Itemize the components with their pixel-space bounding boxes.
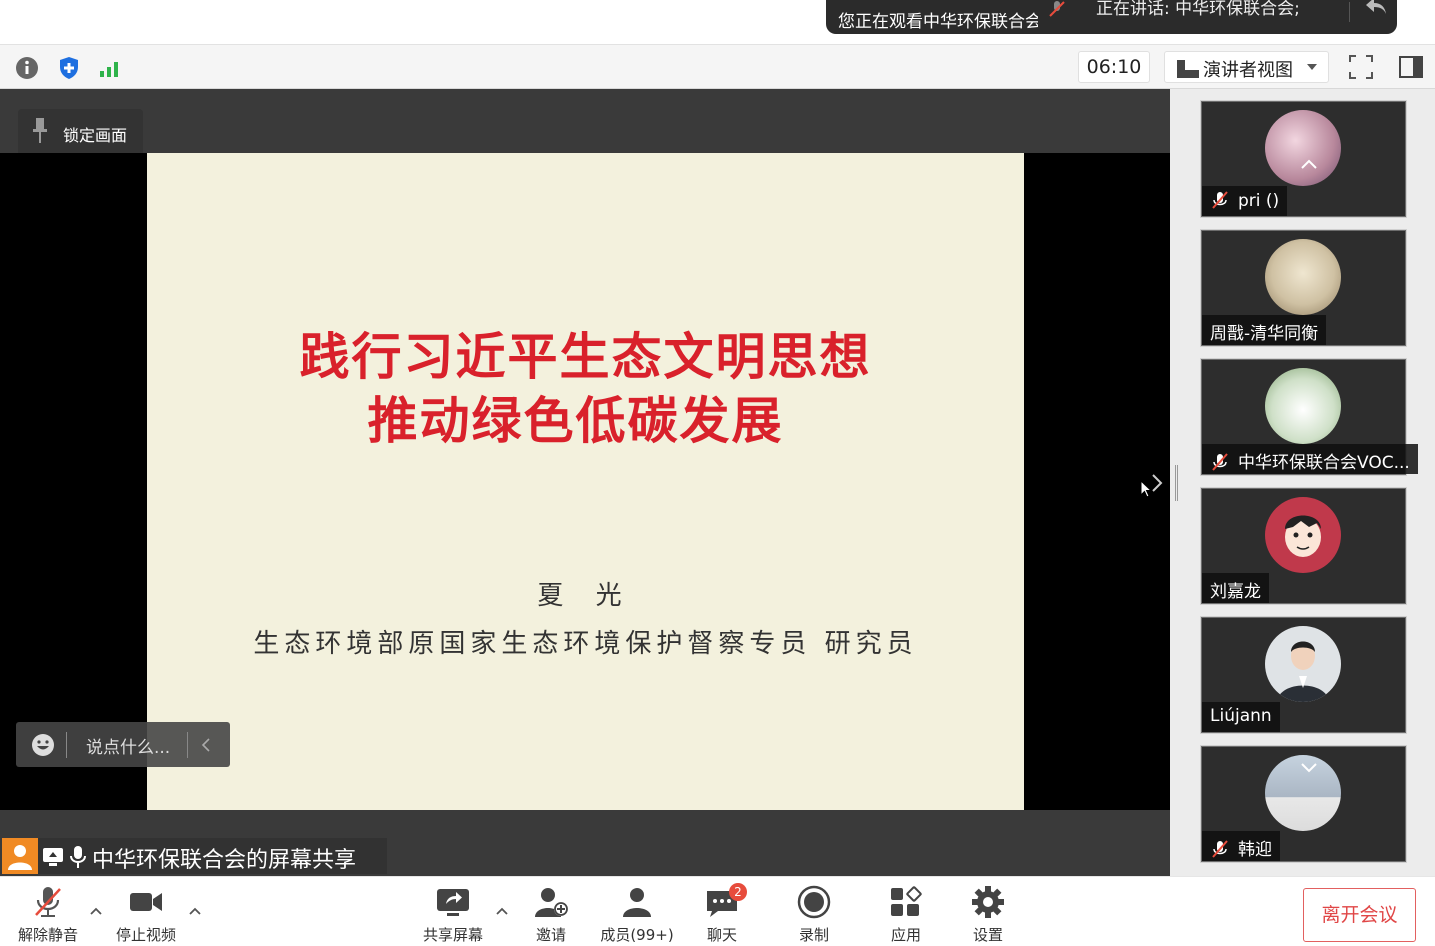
slide-author-role: 生态环境部原国家生态环境保护督察专员 研究员 xyxy=(253,629,918,659)
apps-grid-icon xyxy=(891,886,922,916)
chat-divider xyxy=(187,732,188,758)
members-icon xyxy=(623,888,651,917)
screen-share-label: 中华环保联合会的屏幕共享 xyxy=(2,838,387,874)
muted-mic-icon xyxy=(1212,191,1228,209)
participant-name: Liújann xyxy=(1202,702,1280,732)
add-user-icon xyxy=(535,888,568,917)
chat-divider xyxy=(66,732,67,758)
pin-icon xyxy=(33,118,47,143)
meeting-controls-bar: 解除静音 停止视频 共享屏幕 邀请 成员(99+) 聊天 2 录制 应用 设置 … xyxy=(0,876,1435,946)
person-photo-icon xyxy=(1277,641,1329,702)
share-screen-button[interactable]: 共享屏幕 xyxy=(415,877,491,946)
meeting-timer: 06:10 xyxy=(1078,51,1150,83)
muted-mic-icon xyxy=(35,887,61,917)
cartoon-face-icon xyxy=(1285,515,1321,557)
gallery-resize-handle[interactable] xyxy=(1175,465,1178,501)
notification-divider xyxy=(1349,2,1350,22)
quick-chat-input[interactable]: 说点什么... xyxy=(16,722,230,767)
slide-title-line2: 推动绿色低碳发展 xyxy=(367,391,784,450)
lock-screen-button[interactable]: 锁定画面 xyxy=(18,109,143,153)
chevron-up-icon[interactable] xyxy=(189,907,201,915)
chat-unread-badge: 2 xyxy=(729,883,747,901)
stop-video-label: 停止视频 xyxy=(115,926,176,944)
avatar xyxy=(1265,626,1341,702)
participant-name: 刘嘉龙 xyxy=(1202,573,1269,603)
top-toolbar: 06:10 演讲者视图 xyxy=(0,44,1435,89)
participant-name: pri () xyxy=(1202,186,1288,216)
participant-name: 周戬-清华同衡 xyxy=(1202,315,1327,345)
chevron-up-icon[interactable] xyxy=(1300,158,1318,170)
unmute-label: 解除静音 xyxy=(17,926,78,944)
apps-label: 应用 xyxy=(890,926,921,944)
gear-icon xyxy=(972,886,1004,918)
speaker-notification: 您正在观看中华环保联合会 正在讲话: 中华环保联合会; xyxy=(826,0,1397,34)
chevron-left-icon[interactable] xyxy=(199,735,213,755)
fullscreen-icon[interactable] xyxy=(1347,53,1375,81)
shared-slide: 践行习近平生态文明思想 推动绿色低碳发展 夏 光 生态环境部原国家生态环境保护督… xyxy=(147,153,1024,810)
mouse-cursor-icon xyxy=(1140,480,1152,498)
record-button[interactable]: 录制 xyxy=(784,877,844,946)
shield-icon[interactable] xyxy=(56,55,82,81)
info-icon[interactable] xyxy=(14,55,40,81)
watching-text: 您正在观看中华环保联合会 xyxy=(838,12,1038,32)
user-icon xyxy=(8,845,32,870)
participant-tile[interactable]: 周戬-清华同衡 xyxy=(1201,230,1406,346)
chevron-down-icon xyxy=(1307,64,1317,70)
apps-button[interactable]: 应用 xyxy=(876,877,936,946)
speaking-text: 正在讲话: 中华环保联合会; xyxy=(1096,0,1300,19)
reply-arrow-icon[interactable] xyxy=(1364,0,1388,16)
record-label: 录制 xyxy=(798,926,829,944)
muted-mic-icon xyxy=(1212,840,1228,858)
lock-screen-label: 锁定画面 xyxy=(63,126,128,145)
settings-button[interactable]: 设置 xyxy=(958,877,1018,946)
chat-label: 聊天 xyxy=(706,926,737,944)
members-label: 成员(99+) xyxy=(600,926,674,944)
share-screen-label: 共享屏幕 xyxy=(422,926,483,944)
mic-icon xyxy=(70,846,86,868)
avatar xyxy=(1265,239,1341,315)
screen-share-title: 中华环保联合会的屏幕共享 xyxy=(92,848,357,873)
side-panel-toggle-icon[interactable] xyxy=(1398,55,1424,79)
members-button[interactable]: 成员(99+) xyxy=(596,877,678,946)
participant-tile[interactable]: 韩迎 xyxy=(1201,746,1406,862)
muted-mic-icon xyxy=(1049,1,1065,17)
avatar xyxy=(1265,110,1341,186)
emoji-icon[interactable] xyxy=(30,732,56,758)
record-icon xyxy=(797,885,831,919)
participant-tile[interactable]: pri () xyxy=(1201,101,1406,217)
chevron-down-icon[interactable] xyxy=(1300,761,1318,773)
participant-tile[interactable]: Liújann xyxy=(1201,617,1406,733)
sharer-avatar xyxy=(2,838,38,874)
participant-name: 中华环保联合会VOC... xyxy=(1202,444,1418,474)
stop-video-button[interactable]: 停止视频 xyxy=(108,877,184,946)
invite-button[interactable]: 邀请 xyxy=(520,877,582,946)
avatar xyxy=(1265,497,1341,573)
leave-meeting-button[interactable]: 离开会议 xyxy=(1303,888,1416,942)
share-screen-icon xyxy=(437,889,469,916)
slide-author: 夏 光 xyxy=(537,581,634,611)
participant-name: 韩迎 xyxy=(1202,831,1280,861)
chevron-up-icon[interactable] xyxy=(496,907,508,915)
avatar xyxy=(1265,368,1341,444)
slide-title-line1: 践行习近平生态文明思想 xyxy=(299,327,872,386)
view-mode-dropdown[interactable]: 演讲者视图 xyxy=(1164,51,1329,83)
chevron-right-icon[interactable] xyxy=(1150,472,1164,494)
screen-share-icon xyxy=(43,848,63,866)
chat-placeholder[interactable]: 说点什么... xyxy=(86,733,170,758)
view-mode-label: 演讲者视图 xyxy=(1203,60,1293,81)
main-video-stage: 锁定画面 践行习近平生态文明思想 推动绿色低碳发展 夏 光 生态环境部原国家生态… xyxy=(0,89,1170,876)
video-camera-icon xyxy=(130,893,162,911)
participant-tile[interactable]: 刘嘉龙 xyxy=(1201,488,1406,604)
speaker-view-icon xyxy=(1177,60,1199,78)
settings-label: 设置 xyxy=(972,926,1003,944)
signal-strength-icon[interactable] xyxy=(98,55,124,81)
stage-top-band xyxy=(0,89,1170,153)
muted-mic-icon xyxy=(1212,453,1228,471)
chevron-up-icon[interactable] xyxy=(90,907,102,915)
participant-tile[interactable]: 中华环保联合会VOC... xyxy=(1201,359,1418,475)
unmute-button[interactable]: 解除静音 xyxy=(10,877,86,946)
invite-label: 邀请 xyxy=(535,926,566,944)
